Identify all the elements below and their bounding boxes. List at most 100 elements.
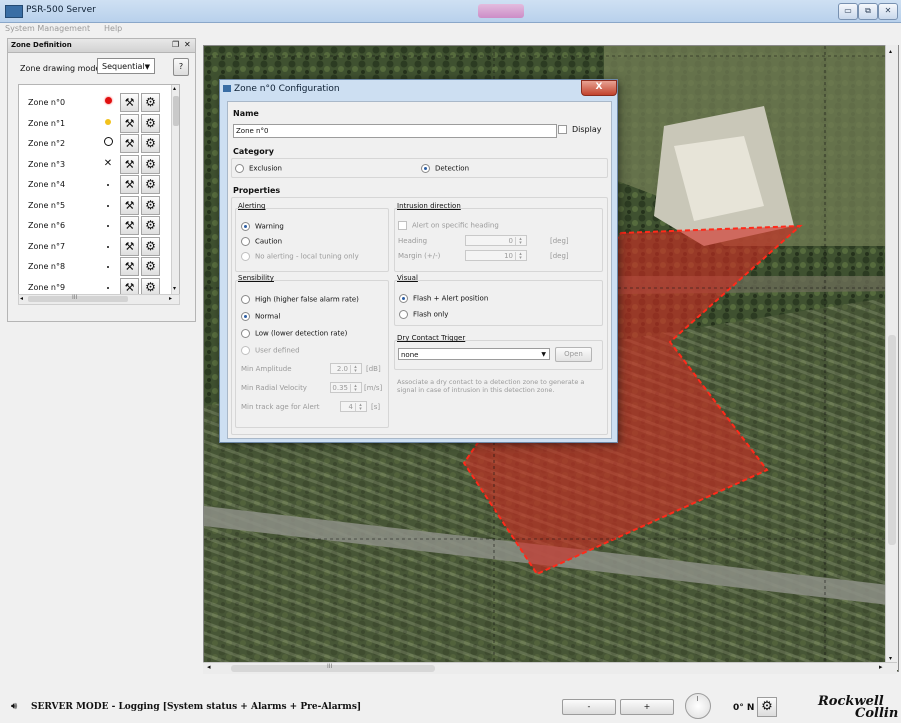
zone-row[interactable]: Zone n°6 ⚒ ⚙	[19, 215, 171, 236]
map-vertical-scrollbar[interactable]: ▴ ▾	[885, 45, 898, 670]
zone-settings-button[interactable]: ⚙	[141, 236, 160, 256]
scrollbar-thumb[interactable]	[173, 96, 179, 126]
scrollbar-thumb[interactable]: III	[231, 663, 435, 672]
menu-system-management[interactable]: System Management	[5, 24, 90, 33]
spin-arrows-icon[interactable]: ▴ ▾	[355, 403, 365, 412]
zone-tools-button[interactable]: ⚒	[120, 195, 139, 215]
zone-list-horizontal-scrollbar[interactable]: ◂ III ▸	[18, 294, 180, 305]
zone-row[interactable]: Zone n°0 ⚒ ⚙	[19, 92, 171, 113]
speaker-icon[interactable]: 🔊︎	[11, 701, 17, 712]
heading-spinbox[interactable]: 0 ▴ ▾	[465, 235, 527, 246]
sensibility-high-radio[interactable]: High (higher false alarm rate)	[241, 295, 359, 304]
zone-settings-button[interactable]: ⚙	[141, 195, 160, 215]
scrollbar-thumb[interactable]	[888, 335, 896, 545]
spin-arrows-icon[interactable]: ▴ ▾	[515, 237, 525, 246]
chevron-down-icon: ▼	[541, 351, 546, 358]
alerting-warning-radio[interactable]: Warning	[241, 222, 284, 231]
zone-settings-button[interactable]: ⚙	[141, 113, 160, 133]
scroll-left-icon[interactable]: ◂	[20, 295, 23, 302]
dialog-close-button[interactable]: X	[581, 80, 617, 96]
display-checkbox[interactable]: Display	[558, 125, 602, 134]
sensibility-user-radio[interactable]: User defined	[241, 346, 300, 355]
dry-contact-open-button[interactable]: Open	[555, 347, 592, 362]
scroll-down-icon[interactable]: ▾	[889, 655, 892, 662]
zone-label: Zone n°5	[28, 200, 66, 210]
minimize-button[interactable]: ▭	[838, 3, 858, 20]
compass-icon[interactable]	[685, 693, 711, 719]
zone-tools-button[interactable]: ⚒	[120, 175, 139, 194]
float-icon[interactable]: ❐	[172, 40, 179, 49]
sensibility-normal-radio[interactable]: Normal	[241, 312, 280, 321]
menu-help[interactable]: Help	[104, 24, 122, 33]
map-horizontal-scrollbar[interactable]: ◂ III ▸	[203, 662, 897, 674]
zone-drawing-mode-select[interactable]: Sequential ▼	[97, 58, 155, 74]
sensibility-option-label: Normal	[255, 312, 281, 321]
category-option-label: Detection	[435, 164, 470, 173]
margin-spinbox[interactable]: 10 ▴ ▾	[465, 250, 527, 261]
zone-row[interactable]: Zone n°4 ⚒ ⚙	[19, 174, 171, 195]
zone-row[interactable]: Zone n°8 ⚒ ⚙	[19, 256, 171, 277]
zone-settings-button[interactable]: ⚙	[141, 216, 160, 235]
zone-status-icon: ✕	[103, 157, 113, 169]
zone-settings-button[interactable]: ⚙	[141, 134, 160, 153]
zone-tools-button[interactable]: ⚒	[120, 236, 139, 256]
min-velocity-spinbox[interactable]: 0.35 ▴ ▾	[330, 382, 362, 393]
zone-settings-button[interactable]: ⚙	[141, 175, 160, 194]
close-icon[interactable]: ✕	[184, 40, 191, 49]
name-section-title: Name	[233, 109, 259, 118]
alerting-none-radio[interactable]: No alerting - local tuning only	[241, 252, 359, 261]
zone-row[interactable]: Zone n°7 ⚒ ⚙	[19, 236, 171, 257]
scroll-up-icon[interactable]: ▴	[173, 85, 176, 92]
dry-contact-select[interactable]: none ▼	[398, 348, 550, 360]
zoom-out-button[interactable]: -	[562, 699, 616, 715]
window-close-button[interactable]: ✕	[878, 3, 898, 20]
zone-tools-button[interactable]: ⚒	[120, 134, 139, 153]
min-amplitude-unit: [dB]	[366, 365, 381, 373]
spin-arrows-icon[interactable]: ▴ ▾	[515, 252, 525, 261]
maximize-button[interactable]: ⧉	[858, 3, 878, 20]
radio-circle-selected	[241, 222, 250, 231]
zone-row[interactable]: Zone n°3 ✕ ⚒ ⚙	[19, 154, 171, 175]
radio-circle	[399, 310, 408, 319]
radio-circle	[241, 237, 250, 246]
zone-tools-button[interactable]: ⚒	[120, 113, 139, 133]
zone-settings-button[interactable]: ⚙	[141, 93, 160, 112]
zone-label: Zone n°6	[28, 221, 66, 230]
category-detection-radio[interactable]: Detection	[421, 164, 469, 173]
scroll-right-icon[interactable]: ▸	[169, 295, 172, 302]
zone-tools-button[interactable]: ⚒	[120, 257, 139, 276]
zone-row[interactable]: Zone n°5 ⚒ ⚙	[19, 195, 171, 216]
zone-settings-button[interactable]: ⚙	[141, 257, 160, 276]
settings-gear-icon[interactable]: ⚙	[757, 697, 777, 717]
zone-tools-button[interactable]: ⚒	[120, 93, 139, 112]
category-section-title: Category	[233, 147, 274, 156]
category-exclusion-radio[interactable]: Exclusion	[235, 164, 282, 173]
zone-tools-button[interactable]: ⚒	[120, 216, 139, 235]
zone-row[interactable]: Zone n°2 ⚒ ⚙	[19, 133, 171, 154]
min-track-age-spinbox[interactable]: 4 ▴ ▾	[340, 401, 367, 412]
scroll-left-icon[interactable]: ◂	[207, 663, 211, 671]
help-button[interactable]: ?	[173, 58, 189, 76]
visual-flash-only-radio[interactable]: Flash only	[399, 310, 448, 319]
spin-arrows-icon[interactable]: ▴ ▾	[350, 365, 360, 374]
zone-tools-button[interactable]: ⚒	[120, 154, 139, 174]
zone-row[interactable]: Zone n°1 ⚒ ⚙	[19, 113, 171, 134]
zoom-in-button[interactable]: +	[620, 699, 674, 715]
scroll-right-icon[interactable]: ▸	[879, 663, 883, 671]
scroll-up-icon[interactable]: ▴	[889, 48, 892, 55]
radio-circle	[241, 329, 250, 338]
zone-name-input[interactable]: Zone n°0	[233, 124, 557, 138]
alerting-caution-radio[interactable]: Caution	[241, 237, 282, 246]
scroll-down-icon[interactable]: ▾	[173, 285, 176, 292]
window-title: PSR-500 Server	[26, 5, 96, 15]
zone-status-icon	[101, 260, 115, 272]
visual-flash-alert-radio[interactable]: Flash + Alert position	[399, 294, 488, 303]
zone-settings-button[interactable]: ⚙	[141, 154, 160, 174]
sensibility-low-radio[interactable]: Low (lower detection rate)	[241, 329, 347, 338]
heading-alert-checkbox[interactable]: Alert on specific heading	[398, 221, 499, 230]
zone-list-vertical-scrollbar[interactable]: ▴ ▾	[171, 85, 179, 295]
visual-title: Visual	[397, 274, 418, 282]
min-amplitude-spinbox[interactable]: 2.0 ▴ ▾	[330, 363, 362, 374]
spin-arrows-icon[interactable]: ▴ ▾	[350, 384, 360, 393]
scrollbar-thumb[interactable]: III	[28, 294, 128, 302]
